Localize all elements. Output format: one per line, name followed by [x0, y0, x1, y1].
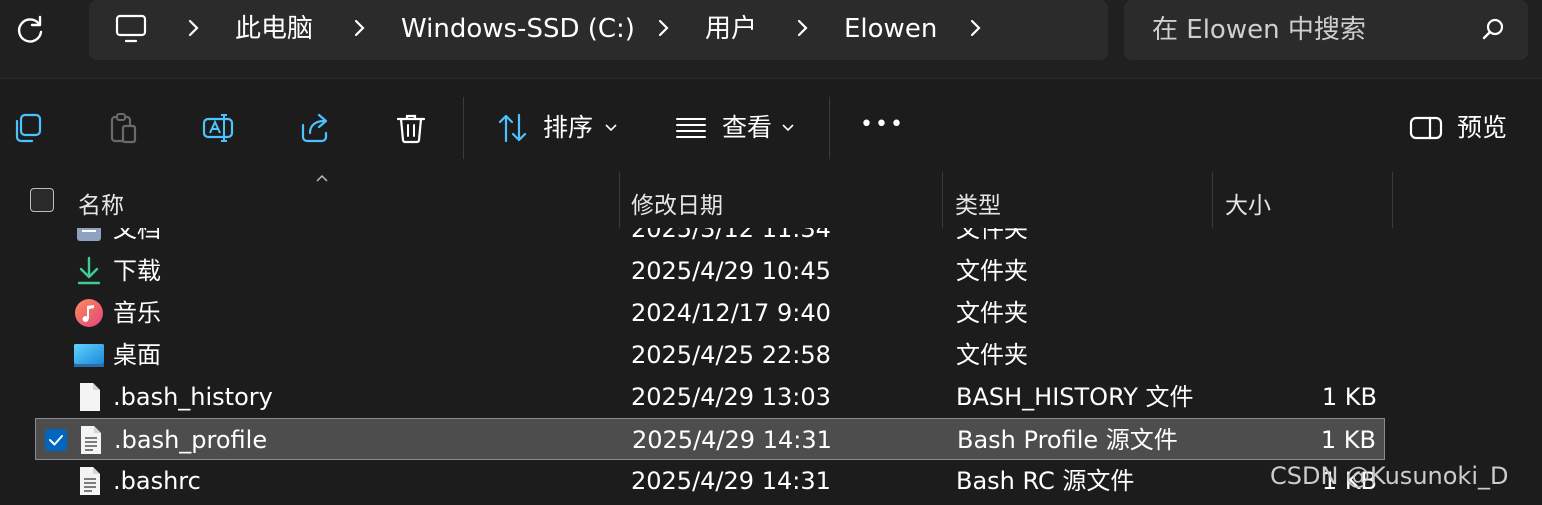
share-icon[interactable] — [298, 111, 332, 145]
file-size: 1 KB — [1321, 383, 1377, 411]
view-icon[interactable] — [674, 111, 708, 145]
desktop-folder-icon — [74, 344, 104, 367]
downloads-folder-icon — [77, 256, 101, 285]
table-row[interactable]: 文档 2025/3/12 11:34 文件夹 — [35, 228, 1385, 250]
column-size[interactable]: 大小 — [1225, 186, 1271, 220]
file-date: 2025/4/29 14:31 — [632, 426, 832, 454]
rename-icon[interactable] — [201, 111, 235, 145]
chevron-down-icon[interactable] — [605, 124, 617, 132]
preview-button[interactable]: 预览 — [1457, 112, 1507, 144]
file-date: 2025/4/29 10:45 — [631, 257, 831, 285]
refresh-icon[interactable] — [12, 12, 48, 48]
column-date-modified[interactable]: 修改日期 — [631, 186, 723, 220]
file-name: 下载 — [113, 257, 161, 285]
file-type: 文件夹 — [956, 341, 1028, 369]
sort-button[interactable]: 排序 — [543, 112, 593, 144]
file-type: Bash Profile 源文件 — [957, 426, 1178, 454]
file-date: 2025/4/29 13:03 — [631, 383, 831, 411]
breadcrumb-item[interactable]: 用户 — [705, 13, 757, 45]
chevron-right-icon[interactable] — [795, 17, 809, 39]
table-row[interactable]: .bash_history 2025/4/29 13:03 BASH_HISTO… — [35, 376, 1385, 418]
chevron-right-icon[interactable] — [968, 17, 982, 39]
column-name[interactable]: 名称 — [78, 186, 124, 220]
documents-folder-icon — [77, 228, 101, 241]
sort-icon[interactable] — [496, 111, 530, 145]
file-type: BASH_HISTORY 文件 — [956, 383, 1194, 411]
search-box[interactable] — [1124, 0, 1528, 60]
music-folder-icon — [75, 299, 103, 327]
file-name: 文档 — [113, 228, 161, 243]
breadcrumb-item[interactable]: Elowen — [844, 13, 937, 45]
file-name: .bash_profile — [114, 426, 268, 454]
breadcrumb-item[interactable]: Windows-SSD (C:) — [401, 13, 635, 45]
column-divider[interactable] — [619, 172, 620, 228]
view-button[interactable]: 查看 — [722, 112, 772, 144]
breadcrumb-item[interactable]: 此电脑 — [235, 13, 313, 45]
table-row[interactable]: 下载 2025/4/29 10:45 文件夹 — [35, 250, 1385, 292]
select-all-checkbox[interactable] — [30, 188, 54, 212]
table-row-selected[interactable]: .bash_profile 2025/4/29 14:31 Bash Profi… — [35, 418, 1385, 460]
address-bar: 此电脑 Windows-SSD (C:) 用户 Elowen — [0, 0, 1542, 78]
file-date: 2025/4/25 22:58 — [631, 341, 831, 369]
sort-ascending-icon — [316, 174, 328, 182]
file-date: 2024/12/17 9:40 — [631, 299, 831, 327]
column-header: 名称 修改日期 类型 大小 — [0, 172, 1542, 228]
copy-icon[interactable] — [10, 111, 44, 145]
column-type[interactable]: 类型 — [955, 186, 1001, 220]
delete-icon[interactable] — [394, 111, 428, 145]
toolbar-separator — [463, 97, 464, 159]
row-checkbox[interactable] — [45, 429, 67, 451]
text-file-icon — [81, 426, 101, 454]
file-name: .bash_history — [113, 383, 273, 411]
chevron-right-icon[interactable] — [352, 17, 366, 39]
file-type: 文件夹 — [956, 228, 1028, 243]
toolbar-separator — [829, 97, 830, 159]
breadcrumb[interactable]: 此电脑 Windows-SSD (C:) 用户 Elowen — [89, 0, 1108, 60]
chevron-down-icon[interactable] — [782, 124, 794, 132]
file-name: 桌面 — [113, 341, 161, 369]
file-type: 文件夹 — [956, 299, 1028, 327]
command-toolbar: 排序 查看 ••• 预览 — [0, 78, 1542, 173]
more-options-button[interactable]: ••• — [860, 109, 905, 141]
chevron-right-icon[interactable] — [656, 17, 670, 39]
preview-pane-icon[interactable] — [1409, 111, 1443, 145]
checkmark-icon — [49, 435, 63, 446]
chevron-right-icon[interactable] — [186, 17, 200, 39]
file-date: 2025/3/12 11:34 — [631, 228, 831, 243]
column-divider[interactable] — [942, 172, 943, 228]
column-divider[interactable] — [1392, 172, 1393, 228]
file-name: .bashrc — [113, 467, 201, 495]
file-date: 2025/4/29 14:31 — [631, 467, 831, 495]
watermark: CSDN @Kusunoki_D — [1270, 462, 1509, 490]
table-row[interactable]: 音乐 2024/12/17 9:40 文件夹 — [35, 292, 1385, 334]
file-type: Bash RC 源文件 — [956, 467, 1135, 495]
table-row[interactable]: .bashrc 2025/4/29 14:31 Bash RC 源文件 1 KB — [35, 460, 1385, 502]
column-divider[interactable] — [1212, 172, 1213, 228]
search-icon[interactable] — [1479, 16, 1507, 44]
file-name: 音乐 — [113, 299, 161, 327]
file-size: 1 KB — [1320, 426, 1376, 454]
computer-icon[interactable] — [114, 13, 148, 45]
search-input[interactable] — [1152, 12, 1472, 48]
paste-icon[interactable] — [106, 111, 140, 145]
table-row[interactable]: 桌面 2025/4/25 22:58 文件夹 — [35, 334, 1385, 376]
file-type: 文件夹 — [956, 257, 1028, 285]
blank-file-icon — [80, 383, 100, 411]
text-file-icon — [80, 467, 100, 495]
